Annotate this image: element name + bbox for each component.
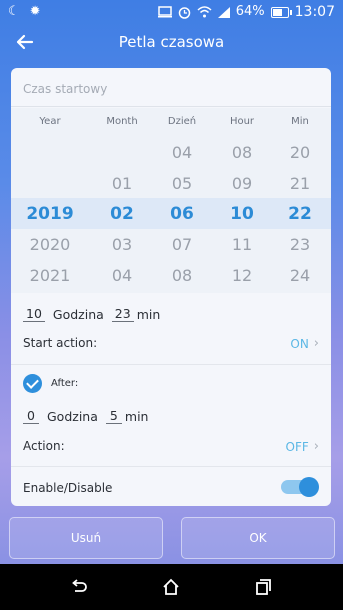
battery-icon [270,6,292,18]
cast-icon [157,6,172,18]
after-minutes-field[interactable]: 5 [105,408,122,424]
timer-card: Czas startowy Year 2019 2020 2021 Month … [11,68,331,506]
delete-button[interactable]: Usuń [9,517,163,559]
minute-column[interactable]: Min 20 21 22 23 24 [273,108,327,293]
picker-value: 20 [289,143,311,162]
page-title: Petla czasowa [118,33,225,51]
after-row: After: [23,374,78,393]
date-time-picker[interactable]: Year 2019 2020 2021 Month 01 02 03 04 Dz… [11,108,331,293]
picker-value: 23 [289,235,311,254]
minutes-label: min [124,408,149,424]
minutes-label: min [136,306,161,322]
picker-value: 11 [231,235,253,254]
after-hours-field[interactable]: 0 [23,408,39,424]
column-header: Dzień [167,116,197,127]
start-time-placeholder[interactable]: Czas startowy [23,82,107,96]
day-column[interactable]: Dzień 04 05 06 07 08 [153,108,211,293]
year-column[interactable]: Year 2019 2020 2021 [17,108,83,293]
column-header: Year [39,116,61,127]
start-minutes-field[interactable]: 23 [111,306,134,322]
divider [11,466,331,467]
picker-value: 05 [171,174,193,193]
status-bar: ☾ ✹ 64% 13:07 [0,0,343,26]
back-icon[interactable] [68,576,90,598]
enable-toggle[interactable] [281,477,319,497]
ok-button[interactable]: OK [181,517,335,559]
after-checkbox[interactable] [23,374,42,393]
divider [11,106,331,107]
recent-apps-icon[interactable] [252,576,274,598]
picker-selected-value: 22 [288,204,312,224]
action-value[interactable]: OFF › [286,439,319,454]
picker-value: 21 [289,174,311,193]
picker-selected-value: 02 [110,204,134,224]
picker-value: 03 [111,235,133,254]
picker-value: 2021 [29,266,71,285]
navigation-bar [0,564,343,610]
start-action-value[interactable]: ON › [290,336,319,351]
wifi-icon [197,6,212,18]
picker-value: 07 [171,235,193,254]
alarm-icon [178,6,190,19]
hours-label: Godzina [47,408,98,424]
picker-selected-value: 06 [170,204,194,224]
picker-value: 12 [231,266,253,285]
start-action-state: ON [290,336,309,351]
action-state: OFF [285,439,309,454]
picker-value: 24 [289,266,311,285]
start-hours-field[interactable]: 10 [23,306,45,322]
hours-label: Godzina [52,306,104,322]
moon-icon: ☾ [8,4,20,19]
enable-label: Enable/Disable [23,481,113,495]
picker-value: 04 [111,266,133,285]
start-duration-row: 10 Godzina 23 min [23,306,160,322]
picker-value: 01 [111,174,133,193]
picker-value: 04 [171,143,193,162]
picker-selected-value: 10 [230,204,254,224]
settings-gear-icon: ✹ [29,4,41,19]
app-bar: Petla czasowa [0,26,343,60]
start-action-label: Start action: [23,336,98,350]
home-icon[interactable] [160,576,182,598]
column-header: Min [291,116,309,127]
picker-value: 2020 [29,235,71,254]
column-header: Hour [229,116,255,127]
divider [11,364,331,365]
month-column[interactable]: Month 01 02 03 04 [91,108,153,293]
chevron-right-icon: › [313,439,319,454]
toggle-knob [299,477,319,497]
signal-icon [217,6,230,18]
action-label: Action: [23,439,65,453]
picker-value: 09 [231,174,253,193]
chevron-right-icon: › [313,336,319,351]
picker-selected-value: 2019 [26,204,74,224]
column-header: Month [106,116,138,127]
after-label: After: [51,378,79,389]
picker-value: 08 [231,143,253,162]
after-duration-row: 0 Godzina 5 min [23,408,148,424]
picker-value: 08 [171,266,193,285]
battery-percent: 64% [235,4,265,19]
clock-time: 13:07 [294,4,335,20]
hour-column[interactable]: Hour 08 09 10 11 12 [211,108,273,293]
